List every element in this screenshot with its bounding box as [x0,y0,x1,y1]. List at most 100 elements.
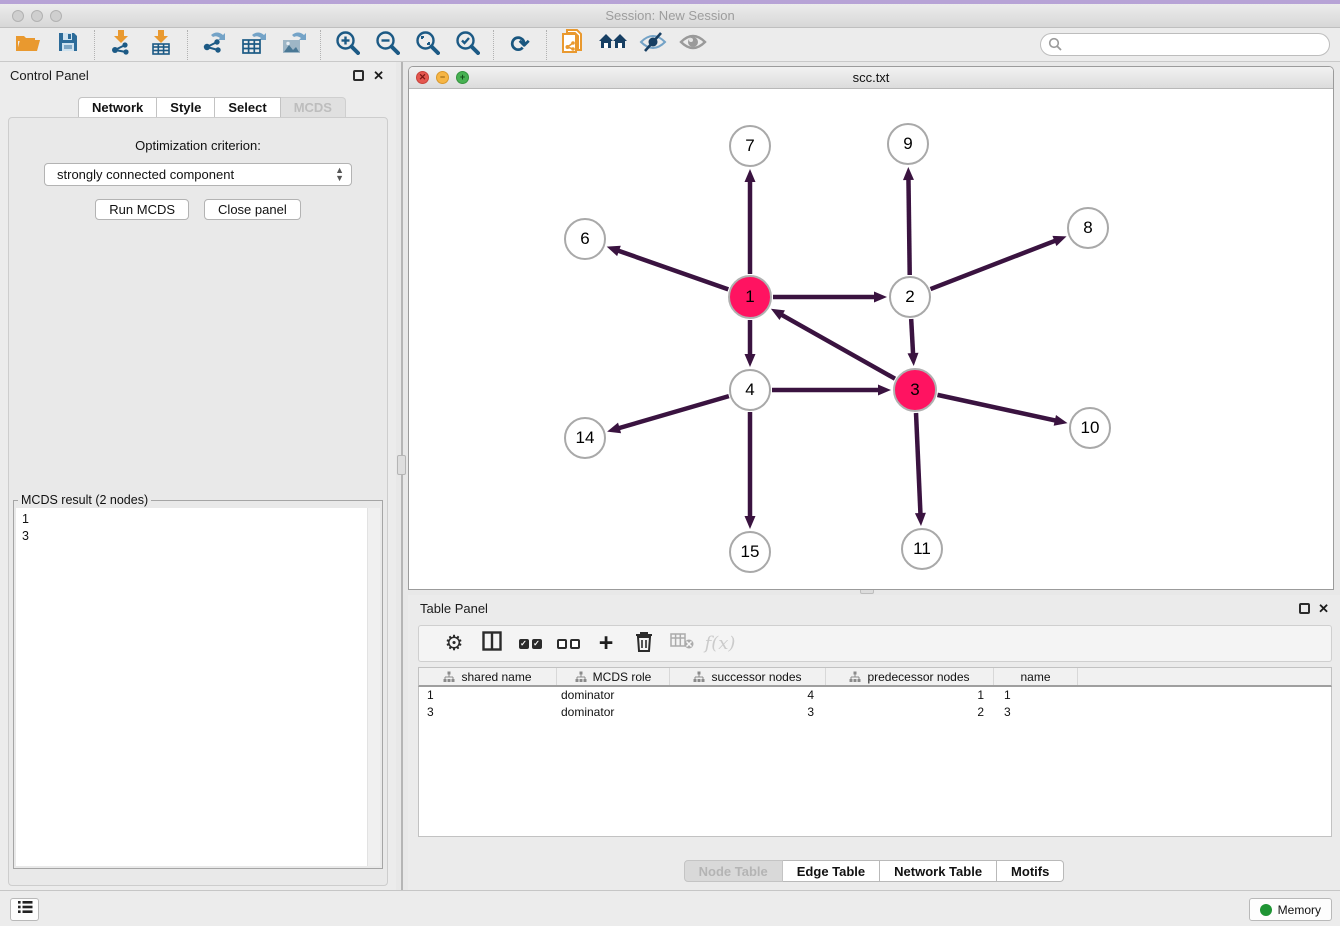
graph-node-15[interactable]: 15 [729,531,771,573]
graph-node-11[interactable]: 11 [901,528,943,570]
graph-node-2[interactable]: 2 [889,276,931,318]
optimization-criterion-label: Optimization criterion: [9,138,387,153]
tab-node-table[interactable]: Node Table [684,860,783,882]
graph-node-10[interactable]: 10 [1069,407,1111,449]
table-tabs: Node Table Edge Table Network Table Moti… [408,860,1340,882]
table-cell[interactable]: 4 [670,687,826,704]
function-builder-button[interactable]: f(x) [701,629,739,659]
graph-node-14[interactable]: 14 [564,417,606,459]
column-header-predecessor-nodes[interactable]: predecessor nodes [826,668,994,685]
graph-edge[interactable] [916,413,920,515]
run-mcds-button[interactable]: Run MCDS [95,199,189,220]
select-all-button[interactable]: ✓✓ [511,629,549,659]
graph-edge[interactable] [780,314,894,379]
edge-arrowhead [874,292,887,303]
import-table-button[interactable] [141,30,181,60]
show-task-history-button[interactable] [10,898,39,921]
mcds-result-box[interactable]: 1 3 [16,508,380,866]
tab-style[interactable]: Style [157,97,215,118]
apply-style-button[interactable]: ⟳ [500,30,540,60]
table-cell[interactable]: 1 [419,687,557,704]
table-cell[interactable]: 2 [826,704,994,721]
vertical-splitter[interactable] [401,62,403,890]
graph-edge[interactable] [937,395,1056,421]
export-image-button[interactable] [274,30,314,60]
graph-node-9[interactable]: 9 [887,123,929,165]
table-row[interactable]: 1dominator411 [419,687,1331,704]
table-panel-header: Table Panel ✕ [408,595,1340,621]
vertical-splitter-handle[interactable] [397,455,406,475]
float-panel-icon[interactable] [353,70,364,81]
import-network-button[interactable] [101,30,141,60]
unselect-all-button[interactable] [549,629,587,659]
tab-select[interactable]: Select [215,97,280,118]
task-list-icon [17,900,33,919]
graph-node-7[interactable]: 7 [729,125,771,167]
graph-edge[interactable] [908,178,909,275]
zoom-fit-button[interactable] [407,30,447,60]
zoom-in-button[interactable] [327,30,367,60]
table-row[interactable]: 3dominator323 [419,704,1331,721]
column-header-successor-nodes[interactable]: successor nodes [670,668,826,685]
table-cell[interactable]: 3 [419,704,557,721]
column-header-mcds-role[interactable]: MCDS role [557,668,670,685]
node-table: shared name MCDS role successor nodes pr… [418,667,1332,837]
float-table-panel-icon[interactable] [1299,603,1310,614]
graph-node-8[interactable]: 8 [1067,207,1109,249]
tab-mcds[interactable]: MCDS [281,97,346,118]
delete-column-button[interactable] [625,629,663,659]
tab-network-table[interactable]: Network Table [880,860,997,882]
graph-edge[interactable] [617,250,728,289]
close-panel-icon[interactable]: ✕ [373,70,384,81]
tab-motifs[interactable]: Motifs [997,860,1064,882]
graph-node-3[interactable]: 3 [893,368,937,412]
table-cell[interactable]: dominator [557,704,670,721]
edge-arrowhead [607,423,621,434]
memory-button[interactable]: Memory [1249,898,1332,921]
table-cell[interactable]: 1 [826,687,994,704]
column-header-name[interactable]: name [994,668,1078,685]
optimization-criterion-select[interactable]: strongly connected component ▲▼ [44,163,352,186]
node-table-body[interactable]: 1dominator4113dominator323 [418,687,1332,837]
graph-edge[interactable] [911,319,913,355]
search-input[interactable] [1040,33,1330,56]
network-window-titlebar[interactable]: ✕ − + scc.txt [409,67,1333,89]
first-neighbors-button[interactable] [593,30,633,60]
hide-panels-button[interactable] [633,30,673,60]
zoom-selected-button[interactable] [447,30,487,60]
graph-edge[interactable] [931,240,1057,289]
column-header-shared-name[interactable]: shared name [419,668,557,685]
graph-node-4[interactable]: 4 [729,369,771,411]
duplicate-network-button[interactable] [553,30,593,60]
table-cell[interactable]: 3 [994,704,1078,721]
table-settings-button[interactable]: ⚙ [435,629,473,659]
export-image-icon [280,29,308,60]
attribute-icon [849,671,861,683]
close-table-panel-icon[interactable]: ✕ [1318,603,1329,614]
network-canvas[interactable]: 7 9 6 8 1 2 4 3 14 10 15 11 [409,89,1333,589]
toolbar-separator [546,30,547,60]
zoom-out-button[interactable] [367,30,407,60]
tab-edge-table[interactable]: Edge Table [783,860,880,882]
table-cell[interactable]: dominator [557,687,670,704]
tab-network[interactable]: Network [78,97,157,118]
toolbar-separator [320,30,321,60]
attribute-icon [443,671,455,683]
open-file-button[interactable] [8,30,48,60]
graph-node-1[interactable]: 1 [728,275,772,319]
graph-edge[interactable] [618,396,729,428]
control-panel-header: Control Panel ✕ [0,62,396,90]
duplicate-network-icon [561,29,585,61]
graph-node-6[interactable]: 6 [564,218,606,260]
delete-table-button[interactable] [663,629,701,659]
save-session-button[interactable] [48,30,88,60]
table-cell[interactable]: 3 [670,704,826,721]
create-column-button[interactable]: + [587,629,625,659]
close-panel-button[interactable]: Close panel [204,199,301,220]
result-scrollbar[interactable] [367,508,380,866]
export-network-button[interactable] [194,30,234,60]
show-columns-button[interactable] [473,629,511,659]
table-cell[interactable]: 1 [994,687,1078,704]
show-panels-button[interactable] [673,30,713,60]
export-table-button[interactable] [234,30,274,60]
